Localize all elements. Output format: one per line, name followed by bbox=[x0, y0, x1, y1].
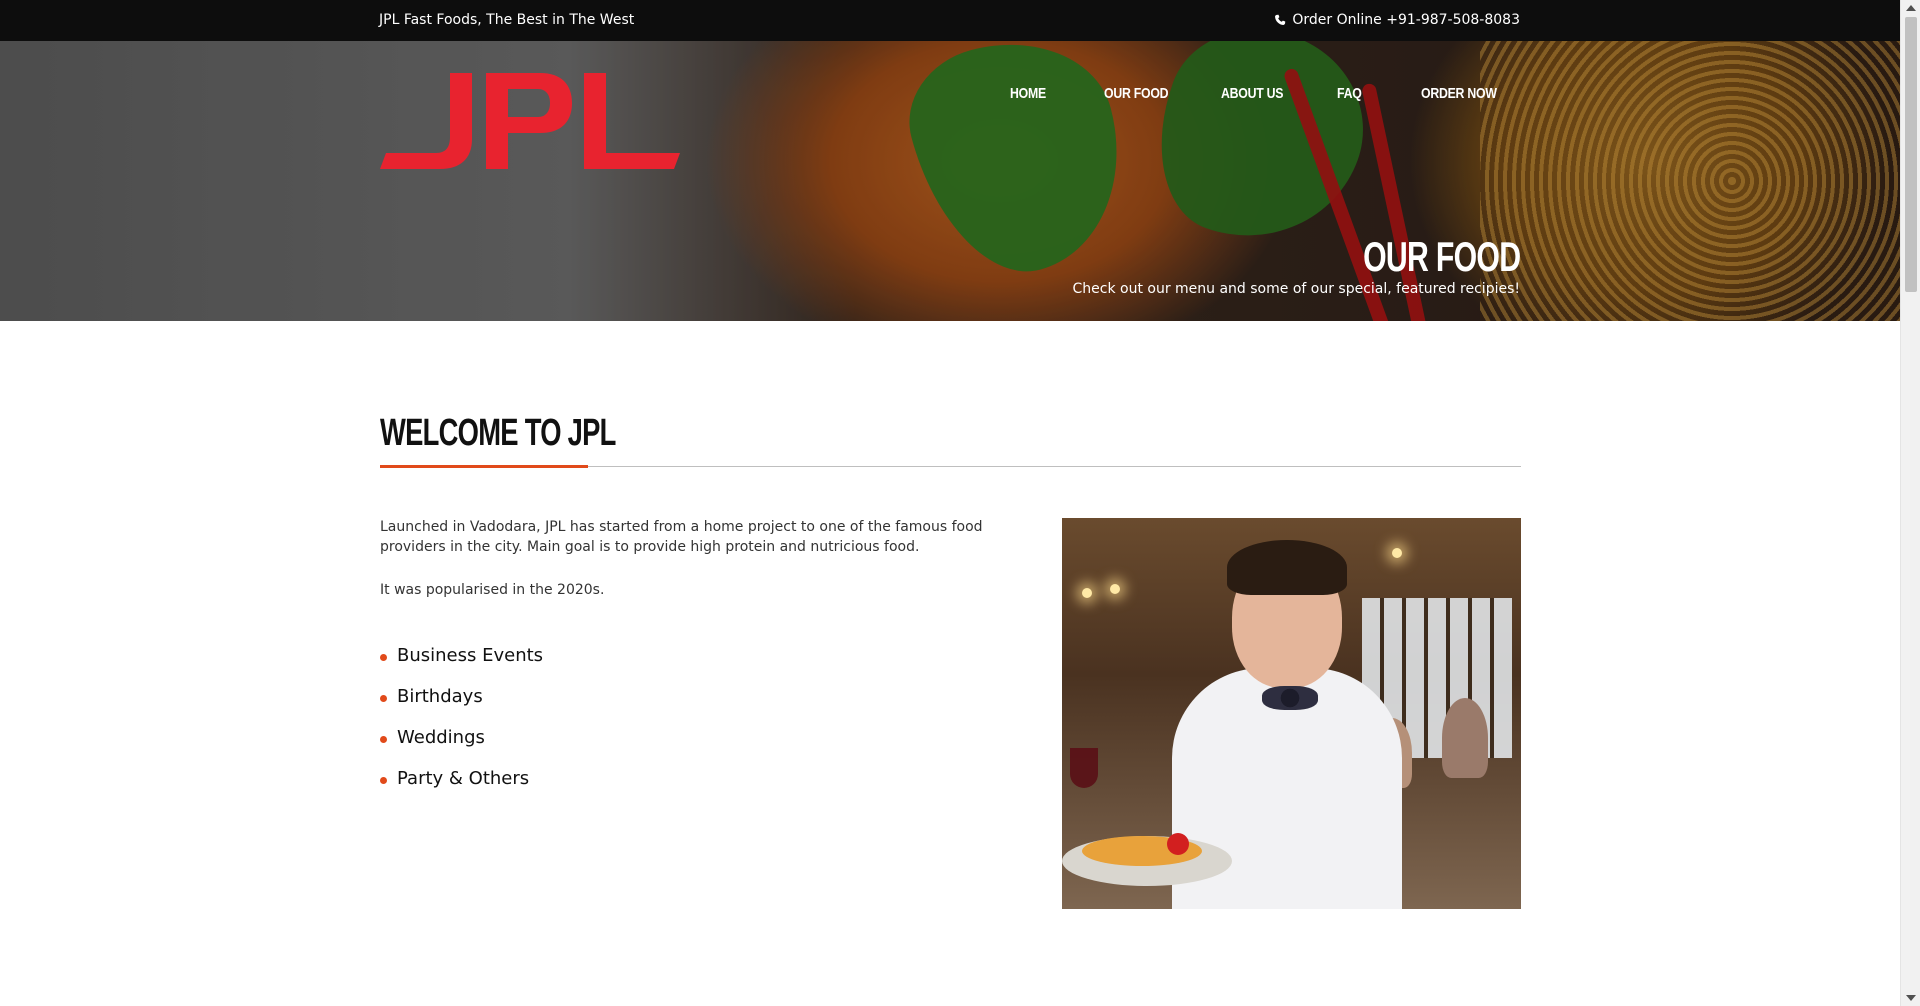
photo-diner bbox=[1442, 698, 1488, 778]
list-item: Birthdays bbox=[380, 683, 543, 724]
bullet-icon bbox=[380, 777, 387, 784]
welcome-heading: WELCOME TO JPL bbox=[380, 412, 616, 454]
hero-overlay bbox=[0, 41, 1900, 321]
photo-wine-glass bbox=[1070, 748, 1098, 788]
nav-item-our-food[interactable]: OUR FOOD bbox=[1104, 85, 1169, 102]
tagline: JPL Fast Foods, The Best in The West bbox=[379, 12, 635, 28]
order-online-link[interactable]: Order Online +91-987-508-8083 bbox=[1274, 12, 1520, 28]
hero-banner: HOME OUR FOOD ABOUT US FAQ ORDER NOW OUR… bbox=[0, 41, 1900, 321]
waiter-photo bbox=[1062, 518, 1521, 909]
photo-tomato bbox=[1167, 833, 1189, 855]
bullet-icon bbox=[380, 654, 387, 661]
photo-lamp bbox=[1110, 584, 1120, 594]
page-scrollbar[interactable] bbox=[1900, 0, 1920, 1006]
heading-accent-underline bbox=[380, 465, 588, 468]
hero-subtitle: Check out our menu and some of our speci… bbox=[1072, 281, 1520, 297]
list-item-label: Party & Others bbox=[397, 768, 530, 789]
phone-icon bbox=[1275, 14, 1286, 25]
photo-lamp bbox=[1082, 588, 1092, 598]
intro-paragraph: Launched in Vadodara, JPL has started fr… bbox=[380, 519, 983, 555]
scroll-down-arrow-icon[interactable] bbox=[1906, 995, 1916, 1001]
list-item-label: Birthdays bbox=[397, 686, 483, 707]
bullet-icon bbox=[380, 695, 387, 702]
jpl-logo[interactable] bbox=[380, 73, 680, 177]
nav-item-order-now[interactable]: ORDER NOW bbox=[1421, 85, 1497, 102]
list-item-label: Business Events bbox=[397, 645, 544, 666]
photo-waiter-hair bbox=[1227, 540, 1347, 595]
scroll-up-arrow-icon[interactable] bbox=[1906, 5, 1916, 11]
scrollbar-thumb[interactable] bbox=[1905, 17, 1917, 292]
hero-title: OUR FOOD bbox=[1362, 233, 1521, 280]
nav-item-faq[interactable]: FAQ bbox=[1337, 85, 1362, 102]
photo-bowtie bbox=[1262, 686, 1318, 710]
logo-mark bbox=[380, 73, 680, 169]
list-item-label: Weddings bbox=[397, 727, 485, 748]
events-list: Business Events Birthdays Weddings Party… bbox=[380, 642, 543, 806]
nav-item-about-us[interactable]: ABOUT US bbox=[1221, 85, 1284, 102]
list-item: Weddings bbox=[380, 724, 543, 765]
order-online-text: Order Online +91-987-508-8083 bbox=[1292, 12, 1520, 28]
list-item: Business Events bbox=[380, 642, 543, 683]
photo-lamp bbox=[1392, 548, 1402, 558]
history-paragraph: It was popularised in the 2020s. bbox=[380, 582, 605, 598]
bullet-icon bbox=[380, 736, 387, 743]
top-bar: JPL Fast Foods, The Best in The West Ord… bbox=[0, 0, 1900, 41]
page: JPL Fast Foods, The Best in The West Ord… bbox=[0, 0, 1900, 1006]
list-item: Party & Others bbox=[380, 765, 543, 806]
nav-item-home[interactable]: HOME bbox=[1010, 85, 1046, 102]
